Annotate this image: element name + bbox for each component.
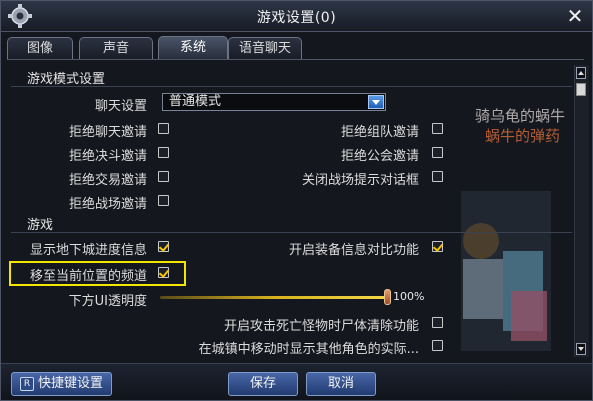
checkbox-refuse-chat[interactable] (158, 123, 169, 134)
checkbox-refuse-battlefield[interactable] (158, 195, 169, 206)
option-label-refuse-duel: 拒绝决斗邀请 (68, 149, 147, 164)
tab-system[interactable]: 系统 (158, 36, 228, 60)
checkbox-equip-compare[interactable] (432, 241, 443, 252)
checkbox-close-battle-prompt[interactable] (432, 171, 443, 182)
shortcut-settings-button[interactable]: R 快捷键设置 (11, 372, 112, 396)
ui-opacity-slider-handle[interactable] (384, 289, 391, 305)
keyboard-icon: R (19, 376, 34, 391)
checkbox-town-display[interactable] (432, 340, 443, 351)
checkbox-refuse-party[interactable] (432, 123, 443, 134)
title-bar: 游戏设置(0) ✕ (1, 1, 592, 32)
scrollbar-track[interactable] (574, 65, 589, 357)
chat-setting-label: 聊天设置 (94, 99, 147, 114)
checkbox-refuse-trade[interactable] (158, 171, 169, 182)
option-label-refuse-guild: 拒绝公会邀请 (340, 149, 419, 164)
bottom-bar: R 快捷键设置 保存 取消 (1, 363, 592, 400)
cancel-button[interactable]: 取消 (306, 372, 376, 396)
option-label-refuse-chat: 拒绝聊天邀请 (68, 125, 147, 140)
option-label-refuse-party: 拒绝组队邀请 (340, 125, 419, 140)
settings-window: 游戏设置(0) ✕ 图像 声音 系统 语音聊天 骑乌龟的蜗牛 蜗牛的弹药 游戏模… (0, 0, 593, 401)
section-title-game-mode: 游戏模式设置 (27, 72, 106, 87)
section-divider (11, 86, 572, 87)
settings-content: 游戏模式设置 聊天设置 普通模式 拒绝聊天邀请 拒绝决斗邀请 拒绝交易邀请 拒绝… (7, 61, 572, 361)
chat-mode-dropdown[interactable]: 普通模式 (162, 93, 386, 111)
ui-opacity-slider[interactable] (160, 296, 390, 299)
tab-sound[interactable]: 声音 (79, 37, 153, 59)
scroll-down-icon[interactable] (576, 343, 586, 355)
checkbox-move-channel[interactable] (158, 267, 169, 278)
option-label-equip-compare: 开启装备信息对比功能 (288, 243, 419, 258)
tab-bar: 图像 声音 系统 语音聊天 (7, 36, 582, 60)
ui-opacity-value: 100% (393, 290, 425, 303)
tab-divider (7, 59, 584, 60)
scrollbar-thumb[interactable] (576, 83, 586, 96)
option-label-move-channel: 移至当前位置的频道 (29, 269, 147, 284)
ui-opacity-label: 下方UI透明度 (68, 294, 147, 309)
section-divider (11, 232, 572, 233)
checkbox-dungeon-progress[interactable] (158, 241, 169, 252)
option-label-refuse-trade: 拒绝交易邀请 (68, 173, 147, 188)
option-label-refuse-battlefield: 拒绝战场邀请 (68, 197, 147, 212)
shortcut-settings-label: 快捷键设置 (37, 376, 103, 391)
section-title-game: 游戏 (27, 218, 54, 233)
scroll-up-icon[interactable] (576, 67, 586, 79)
checkbox-refuse-guild[interactable] (432, 147, 443, 158)
option-label-dungeon-progress: 显示地下城进度信息 (29, 243, 147, 258)
option-label-town-display: 在城镇中移动时显示其他角色的实际... (198, 342, 419, 357)
window-title: 游戏设置(0) (256, 10, 337, 26)
chevron-down-icon[interactable] (368, 95, 384, 109)
tab-voice-chat[interactable]: 语音聊天 (228, 37, 302, 59)
save-button[interactable]: 保存 (228, 372, 298, 396)
tab-graphics[interactable]: 图像 (7, 37, 73, 59)
option-label-close-battle-prompt: 关闭战场提示对话框 (301, 173, 419, 188)
checkbox-corpse-clear[interactable] (432, 317, 443, 328)
checkbox-refuse-duel[interactable] (158, 147, 169, 158)
close-icon[interactable]: ✕ (564, 5, 586, 27)
option-label-corpse-clear: 开启攻击死亡怪物时尸体清除功能 (223, 319, 419, 334)
chat-mode-value: 普通模式 (169, 94, 222, 109)
